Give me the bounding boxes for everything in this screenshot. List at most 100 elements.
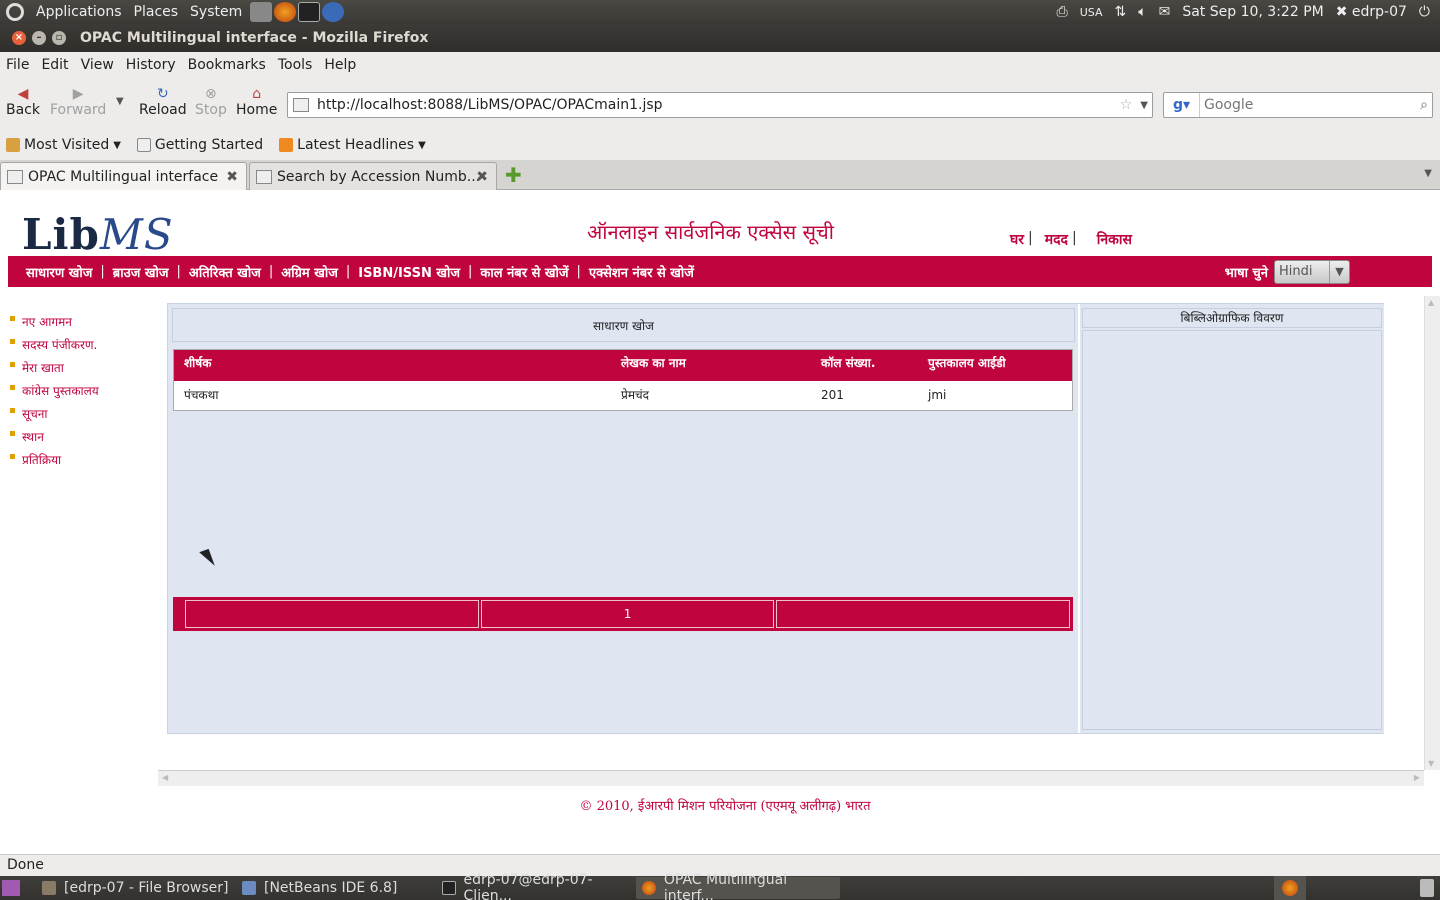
menu-help[interactable]: Help [324, 57, 356, 73]
pagination: 1 [173, 597, 1073, 631]
menu-history[interactable]: History [126, 57, 176, 73]
window-close-icon[interactable]: × [12, 31, 26, 45]
printer-icon[interactable]: ⎙ [1057, 4, 1068, 20]
keyboard-layout-indicator[interactable]: USA [1080, 6, 1103, 19]
bookmark-most-visited-label: Most Visited [24, 137, 110, 153]
applications-menu[interactable]: Applications [36, 4, 122, 20]
google-engine-icon[interactable]: g▾ [1164, 93, 1200, 117]
tab-accession[interactable]: Search by Accession Numb... ✖ [249, 162, 497, 190]
menu-bookmarks[interactable]: Bookmarks [188, 57, 266, 73]
bibliographic-header: बिब्लिओग्राफिक विवरण [1082, 308, 1382, 328]
scroll-down-icon[interactable]: ▼ [1428, 759, 1434, 768]
sidebar-item-feedback[interactable]: प्रतिक्रिया [10, 448, 99, 471]
main-nav: साधारण खोज | ब्राउज खोज | अतिरिक्त खोज | अग… [8, 256, 1432, 287]
home-button[interactable]: ⌂ Home [236, 86, 277, 118]
nav-additional-search[interactable]: अतिरिक्त खोज [189, 263, 261, 281]
home-link[interactable]: घर [1010, 230, 1024, 249]
url-dropdown-icon[interactable]: ▼ [1140, 100, 1148, 111]
close-tab-icon[interactable]: ✖ [226, 169, 238, 185]
horizontal-scrollbar[interactable]: ◀ ▶ [158, 770, 1424, 786]
url-input[interactable] [317, 97, 1120, 113]
scroll-left-icon[interactable]: ◀ [162, 773, 168, 782]
system-menu[interactable]: System [190, 4, 242, 20]
nav-call-number-search[interactable]: काल नंबर से खोजें [480, 263, 568, 281]
vertical-scrollbar[interactable]: ▲ ▼ [1424, 296, 1440, 770]
forward-button[interactable]: ▶ Forward [50, 86, 106, 118]
task-terminal[interactable]: edrp-07@edrp-07-Clien... [436, 872, 634, 900]
scroll-right-icon[interactable]: ▶ [1414, 773, 1420, 782]
places-menu[interactable]: Places [134, 4, 179, 20]
menu-edit[interactable]: Edit [41, 57, 68, 73]
nav-advanced-search[interactable]: अग्रिम खोज [281, 263, 338, 281]
terminal-icon [442, 881, 456, 895]
stop-button[interactable]: ⊗ Stop [195, 86, 227, 118]
window-maximize-icon[interactable]: ▫ [52, 31, 66, 45]
sidebar-item-library-of-congress[interactable]: कांग्रेस पुस्तकालय [10, 379, 99, 402]
sidebar-item-location[interactable]: स्थान [10, 425, 99, 448]
trash-icon[interactable] [1420, 879, 1434, 897]
nav-browse-search[interactable]: ब्राउज खोज [113, 263, 169, 281]
bookmark-most-visited[interactable]: Most Visited ▼ [6, 137, 121, 153]
bookmarks-toolbar: Most Visited ▼ Getting Started Latest He… [0, 130, 1440, 160]
language-dropdown[interactable]: Hindi ▼ [1274, 259, 1350, 284]
search-icon[interactable]: ⌕ [1420, 97, 1428, 113]
search-bar[interactable]: g▾ ⌕ [1163, 92, 1433, 118]
menu-view[interactable]: View [81, 57, 114, 73]
language-value: Hindi [1279, 264, 1313, 279]
chevron-down-icon: ▼ [418, 139, 426, 151]
libms-logo: LibMS [22, 210, 174, 259]
task-netbeans[interactable]: [NetBeans IDE 6.8] [236, 877, 432, 899]
nav-simple-search[interactable]: साधारण खोज [26, 263, 92, 281]
menu-file[interactable]: File [6, 57, 29, 73]
search-results-frame: साधारण खोज शीर्षक लेखक का नाम कॉल संख्या… [167, 303, 1384, 734]
nav-accession-search[interactable]: एक्सेशन नंबर से खोजें [589, 263, 694, 281]
url-bar[interactable]: ☆ ▼ [287, 92, 1153, 118]
tab-opac[interactable]: OPAC Multilingual interface ✖ [0, 162, 247, 190]
cell-title[interactable]: पंचकथा [184, 381, 218, 410]
search-input[interactable] [1200, 97, 1421, 113]
sidebar-item-my-account[interactable]: मेरा खाता [10, 356, 99, 379]
nav-isbn-search[interactable]: ISBN/ISSN खोज [358, 263, 460, 281]
chevron-down-icon: ▼ [1329, 260, 1349, 283]
tab-list-dropdown-icon[interactable]: ▼ [1424, 168, 1432, 179]
history-dropdown-icon[interactable]: ▼ [116, 96, 124, 107]
table-row[interactable]: पंचकथा प्रेमचंद 201 jmi [174, 381, 1072, 410]
bookmark-getting-started[interactable]: Getting Started [136, 137, 263, 153]
firefox-launcher-icon[interactable] [274, 2, 297, 22]
reload-button[interactable]: ↻ Reload [139, 86, 187, 118]
sidebar-item-member-registration[interactable]: सदस्य पंजीकरण. [10, 333, 99, 356]
network-icon[interactable]: ⇅ [1114, 4, 1126, 20]
task-firefox[interactable]: OPAC Multilingual interf... [636, 872, 840, 900]
bookmark-star-icon[interactable]: ☆ [1120, 97, 1133, 113]
close-tab-icon[interactable]: ✖ [476, 169, 488, 185]
mail-icon[interactable]: ✉ [1159, 4, 1171, 20]
terminal-launcher-icon[interactable] [298, 2, 321, 22]
power-icon[interactable]: ⏻ [1419, 4, 1430, 20]
cell-author: प्रेमचंद [621, 388, 649, 402]
window-titlebar[interactable]: × – ▫ OPAC Multilingual interface - Mozi… [0, 24, 1440, 52]
site-identity-icon[interactable] [293, 98, 309, 112]
bookmark-latest-headlines[interactable]: Latest Headlines ▼ [279, 137, 426, 153]
show-desktop-icon[interactable] [2, 880, 20, 896]
logout-link[interactable]: निकास [1097, 230, 1132, 249]
user-switcher[interactable]: ✖ edrp-07 [1336, 4, 1407, 20]
new-tab-icon[interactable]: ✚ [505, 165, 522, 185]
sidebar-item-new-arrivals[interactable]: नए आगमन [10, 310, 99, 333]
menu-tools[interactable]: Tools [278, 57, 313, 73]
clock[interactable]: Sat Sep 10, 3:22 PM [1182, 4, 1323, 20]
home-label: Home [236, 102, 278, 118]
pager-page-1[interactable]: 1 [480, 600, 775, 628]
help-launcher-icon[interactable] [322, 2, 345, 22]
ubuntu-logo-icon[interactable] [6, 3, 24, 21]
volume-icon[interactable]: 🔈︎ [1138, 4, 1146, 20]
chevron-down-icon: ▼ [113, 139, 121, 151]
window-minimize-icon[interactable]: – [32, 31, 46, 45]
tray-firefox-icon[interactable] [1274, 876, 1306, 900]
scroll-up-icon[interactable]: ▲ [1428, 298, 1434, 307]
bullet-icon [10, 385, 15, 390]
task-file-browser[interactable]: [edrp-07 - File Browser] [36, 877, 234, 899]
back-button[interactable]: ◀ Back [6, 86, 40, 118]
help-link[interactable]: मदद [1045, 230, 1068, 249]
sidebar-item-notice[interactable]: सूचना [10, 402, 99, 425]
screenshot-launcher-icon[interactable] [250, 2, 273, 22]
